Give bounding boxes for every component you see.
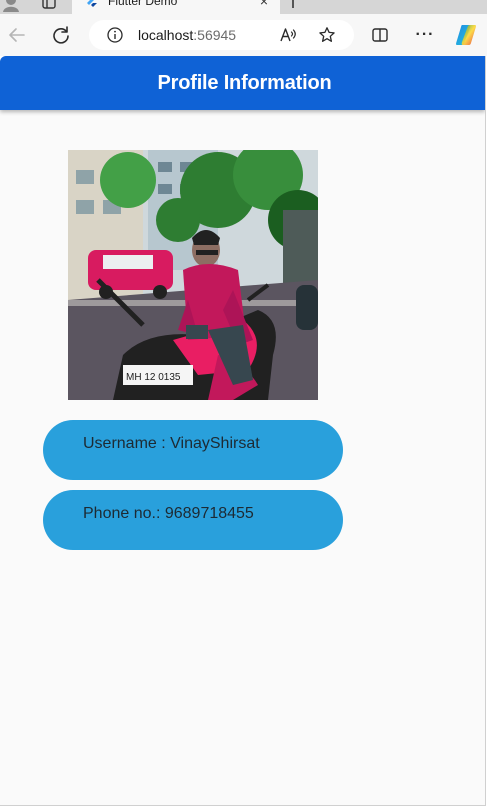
star-icon[interactable] <box>318 26 336 44</box>
page-title: Profile Information <box>157 71 332 94</box>
browser-tab-strip: Flutter Demo × <box>0 0 487 14</box>
username-text: Username : VinayShirsat <box>83 435 260 452</box>
more-glyph: ··· <box>415 26 435 43</box>
app-viewport: Profile Information MH 12 0135 Username … <box>0 56 486 806</box>
copilot-icon[interactable] <box>452 21 480 49</box>
url-port: :56945 <box>193 27 237 43</box>
browser-toolbar: localhost:56945 ··· <box>0 14 487 56</box>
profile-icon[interactable] <box>2 0 20 12</box>
workspaces-icon[interactable] <box>42 0 56 9</box>
svg-text:MH 12 0135: MH 12 0135 <box>126 372 181 383</box>
reload-icon[interactable] <box>47 21 75 49</box>
tab-close-icon[interactable]: × <box>260 0 268 8</box>
tab-title: Flutter Demo <box>108 0 178 8</box>
url-host: localhost <box>138 27 194 43</box>
back-arrow-icon[interactable] <box>3 21 31 49</box>
url-text: localhost:56945 <box>138 27 236 43</box>
split-screen-icon[interactable] <box>366 21 394 49</box>
tab-flutter-demo[interactable]: Flutter Demo × <box>72 0 280 14</box>
flutter-favicon-icon <box>86 0 98 8</box>
read-aloud-icon[interactable] <box>279 26 297 44</box>
phone-card: Phone no.: 9689718455 <box>43 490 343 550</box>
phone-text: Phone no.: 9689718455 <box>83 505 254 522</box>
profile-photo: MH 12 0135 <box>68 150 318 400</box>
info-icon[interactable] <box>107 27 123 43</box>
more-icon[interactable]: ··· <box>411 21 439 49</box>
new-tab-button[interactable] <box>292 0 294 8</box>
address-bar[interactable]: localhost:56945 <box>89 20 354 50</box>
app-bar: Profile Information <box>0 56 485 110</box>
username-card: Username : VinayShirsat <box>43 420 343 480</box>
